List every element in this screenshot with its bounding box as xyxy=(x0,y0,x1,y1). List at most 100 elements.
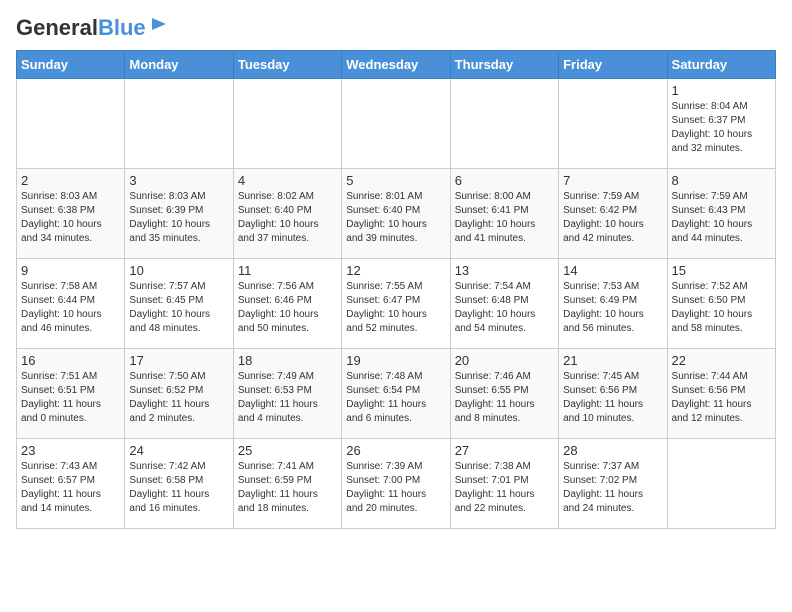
day-number: 23 xyxy=(21,443,120,458)
calendar-cell: 24 Sunrise: 7:42 AM Sunset: 6:58 PM Dayli… xyxy=(125,439,233,529)
weekday-header-saturday: Saturday xyxy=(667,51,775,79)
day-number: 24 xyxy=(129,443,228,458)
day-info: Sunrise: 7:50 AM Sunset: 6:52 PM Dayligh… xyxy=(129,370,228,426)
day-info: Sunrise: 8:04 AM Sunset: 6:37 PM Dayligh… xyxy=(672,100,771,156)
day-number: 4 xyxy=(238,173,337,188)
day-info: Sunrise: 7:57 AM Sunset: 6:45 PM Dayligh… xyxy=(129,280,228,336)
day-info: Sunrise: 7:37 AM Sunset: 7:02 PM Dayligh… xyxy=(563,460,662,516)
day-info: Sunrise: 7:45 AM Sunset: 6:56 PM Dayligh… xyxy=(563,370,662,426)
calendar-cell: 26 Sunrise: 7:39 AM Sunset: 7:00 PM Dayli… xyxy=(342,439,450,529)
day-info: Sunrise: 7:38 AM Sunset: 7:01 PM Dayligh… xyxy=(455,460,554,516)
calendar-cell: 15 Sunrise: 7:52 AM Sunset: 6:50 PM Dayli… xyxy=(667,259,775,349)
logo-text: GeneralBlue xyxy=(16,16,146,40)
weekday-header-tuesday: Tuesday xyxy=(233,51,341,79)
day-info: Sunrise: 7:59 AM Sunset: 6:43 PM Dayligh… xyxy=(672,190,771,246)
calendar-cell: 14 Sunrise: 7:53 AM Sunset: 6:49 PM Dayli… xyxy=(559,259,667,349)
day-number: 2 xyxy=(21,173,120,188)
day-number: 10 xyxy=(129,263,228,278)
day-number: 5 xyxy=(346,173,445,188)
day-number: 20 xyxy=(455,353,554,368)
day-info: Sunrise: 7:42 AM Sunset: 6:58 PM Dayligh… xyxy=(129,460,228,516)
day-number: 13 xyxy=(455,263,554,278)
day-info: Sunrise: 8:01 AM Sunset: 6:40 PM Dayligh… xyxy=(346,190,445,246)
day-info: Sunrise: 7:55 AM Sunset: 6:47 PM Dayligh… xyxy=(346,280,445,336)
day-number: 21 xyxy=(563,353,662,368)
page-header: GeneralBlue xyxy=(16,16,776,40)
calendar-cell xyxy=(450,79,558,169)
day-info: Sunrise: 7:51 AM Sunset: 6:51 PM Dayligh… xyxy=(21,370,120,426)
calendar-cell: 28 Sunrise: 7:37 AM Sunset: 7:02 PM Dayli… xyxy=(559,439,667,529)
day-info: Sunrise: 7:56 AM Sunset: 6:46 PM Dayligh… xyxy=(238,280,337,336)
day-info: Sunrise: 8:03 AM Sunset: 6:38 PM Dayligh… xyxy=(21,190,120,246)
day-info: Sunrise: 7:52 AM Sunset: 6:50 PM Dayligh… xyxy=(672,280,771,336)
calendar-cell: 4 Sunrise: 8:02 AM Sunset: 6:40 PM Daylig… xyxy=(233,169,341,259)
calendar-cell: 25 Sunrise: 7:41 AM Sunset: 6:59 PM Dayli… xyxy=(233,439,341,529)
day-number: 25 xyxy=(238,443,337,458)
day-number: 9 xyxy=(21,263,120,278)
calendar-cell: 9 Sunrise: 7:58 AM Sunset: 6:44 PM Daylig… xyxy=(17,259,125,349)
calendar-cell: 7 Sunrise: 7:59 AM Sunset: 6:42 PM Daylig… xyxy=(559,169,667,259)
weekday-header-wednesday: Wednesday xyxy=(342,51,450,79)
day-number: 12 xyxy=(346,263,445,278)
calendar-cell: 5 Sunrise: 8:01 AM Sunset: 6:40 PM Daylig… xyxy=(342,169,450,259)
calendar-table: SundayMondayTuesdayWednesdayThursdayFrid… xyxy=(16,50,776,529)
weekday-header-thursday: Thursday xyxy=(450,51,558,79)
calendar-cell: 1 Sunrise: 8:04 AM Sunset: 6:37 PM Daylig… xyxy=(667,79,775,169)
calendar-cell xyxy=(17,79,125,169)
calendar-cell: 16 Sunrise: 7:51 AM Sunset: 6:51 PM Dayli… xyxy=(17,349,125,439)
day-info: Sunrise: 7:59 AM Sunset: 6:42 PM Dayligh… xyxy=(563,190,662,246)
day-number: 7 xyxy=(563,173,662,188)
calendar-cell xyxy=(233,79,341,169)
calendar-cell: 12 Sunrise: 7:55 AM Sunset: 6:47 PM Dayli… xyxy=(342,259,450,349)
calendar-cell: 8 Sunrise: 7:59 AM Sunset: 6:43 PM Daylig… xyxy=(667,169,775,259)
calendar-cell: 11 Sunrise: 7:56 AM Sunset: 6:46 PM Dayli… xyxy=(233,259,341,349)
day-number: 26 xyxy=(346,443,445,458)
calendar-cell xyxy=(559,79,667,169)
calendar-cell: 21 Sunrise: 7:45 AM Sunset: 6:56 PM Dayli… xyxy=(559,349,667,439)
calendar-cell xyxy=(125,79,233,169)
day-number: 1 xyxy=(672,83,771,98)
calendar-cell: 18 Sunrise: 7:49 AM Sunset: 6:53 PM Dayli… xyxy=(233,349,341,439)
day-number: 17 xyxy=(129,353,228,368)
calendar-cell: 19 Sunrise: 7:48 AM Sunset: 6:54 PM Dayli… xyxy=(342,349,450,439)
calendar-cell: 10 Sunrise: 7:57 AM Sunset: 6:45 PM Dayli… xyxy=(125,259,233,349)
logo: GeneralBlue xyxy=(16,16,168,40)
day-info: Sunrise: 7:44 AM Sunset: 6:56 PM Dayligh… xyxy=(672,370,771,426)
day-info: Sunrise: 7:54 AM Sunset: 6:48 PM Dayligh… xyxy=(455,280,554,336)
day-number: 19 xyxy=(346,353,445,368)
calendar-cell xyxy=(667,439,775,529)
logo-icon xyxy=(148,14,168,34)
day-info: Sunrise: 7:48 AM Sunset: 6:54 PM Dayligh… xyxy=(346,370,445,426)
day-number: 22 xyxy=(672,353,771,368)
weekday-header-friday: Friday xyxy=(559,51,667,79)
day-info: Sunrise: 7:46 AM Sunset: 6:55 PM Dayligh… xyxy=(455,370,554,426)
day-info: Sunrise: 8:03 AM Sunset: 6:39 PM Dayligh… xyxy=(129,190,228,246)
day-info: Sunrise: 7:49 AM Sunset: 6:53 PM Dayligh… xyxy=(238,370,337,426)
calendar-cell: 2 Sunrise: 8:03 AM Sunset: 6:38 PM Daylig… xyxy=(17,169,125,259)
day-info: Sunrise: 7:39 AM Sunset: 7:00 PM Dayligh… xyxy=(346,460,445,516)
day-number: 8 xyxy=(672,173,771,188)
calendar-cell: 27 Sunrise: 7:38 AM Sunset: 7:01 PM Dayli… xyxy=(450,439,558,529)
weekday-header-monday: Monday xyxy=(125,51,233,79)
day-info: Sunrise: 8:02 AM Sunset: 6:40 PM Dayligh… xyxy=(238,190,337,246)
day-number: 14 xyxy=(563,263,662,278)
day-info: Sunrise: 7:53 AM Sunset: 6:49 PM Dayligh… xyxy=(563,280,662,336)
day-info: Sunrise: 7:58 AM Sunset: 6:44 PM Dayligh… xyxy=(21,280,120,336)
calendar-cell xyxy=(342,79,450,169)
day-number: 11 xyxy=(238,263,337,278)
calendar-cell: 6Sunrise: 8:00 AM Sunset: 6:41 PM Daylig… xyxy=(450,169,558,259)
calendar-cell: 23 Sunrise: 7:43 AM Sunset: 6:57 PM Dayli… xyxy=(17,439,125,529)
day-number: 3 xyxy=(129,173,228,188)
day-info: Sunrise: 7:41 AM Sunset: 6:59 PM Dayligh… xyxy=(238,460,337,516)
day-number: 27 xyxy=(455,443,554,458)
day-number: 28 xyxy=(563,443,662,458)
day-info: Sunrise: 7:43 AM Sunset: 6:57 PM Dayligh… xyxy=(21,460,120,516)
calendar-cell: 22 Sunrise: 7:44 AM Sunset: 6:56 PM Dayli… xyxy=(667,349,775,439)
day-number: 16 xyxy=(21,353,120,368)
calendar-cell: 20 Sunrise: 7:46 AM Sunset: 6:55 PM Dayli… xyxy=(450,349,558,439)
day-number: 15 xyxy=(672,263,771,278)
weekday-header-sunday: Sunday xyxy=(17,51,125,79)
day-info: Sunrise: 8:00 AM Sunset: 6:41 PM Dayligh… xyxy=(455,190,554,246)
calendar-cell: 13 Sunrise: 7:54 AM Sunset: 6:48 PM Dayli… xyxy=(450,259,558,349)
day-number: 18 xyxy=(238,353,337,368)
